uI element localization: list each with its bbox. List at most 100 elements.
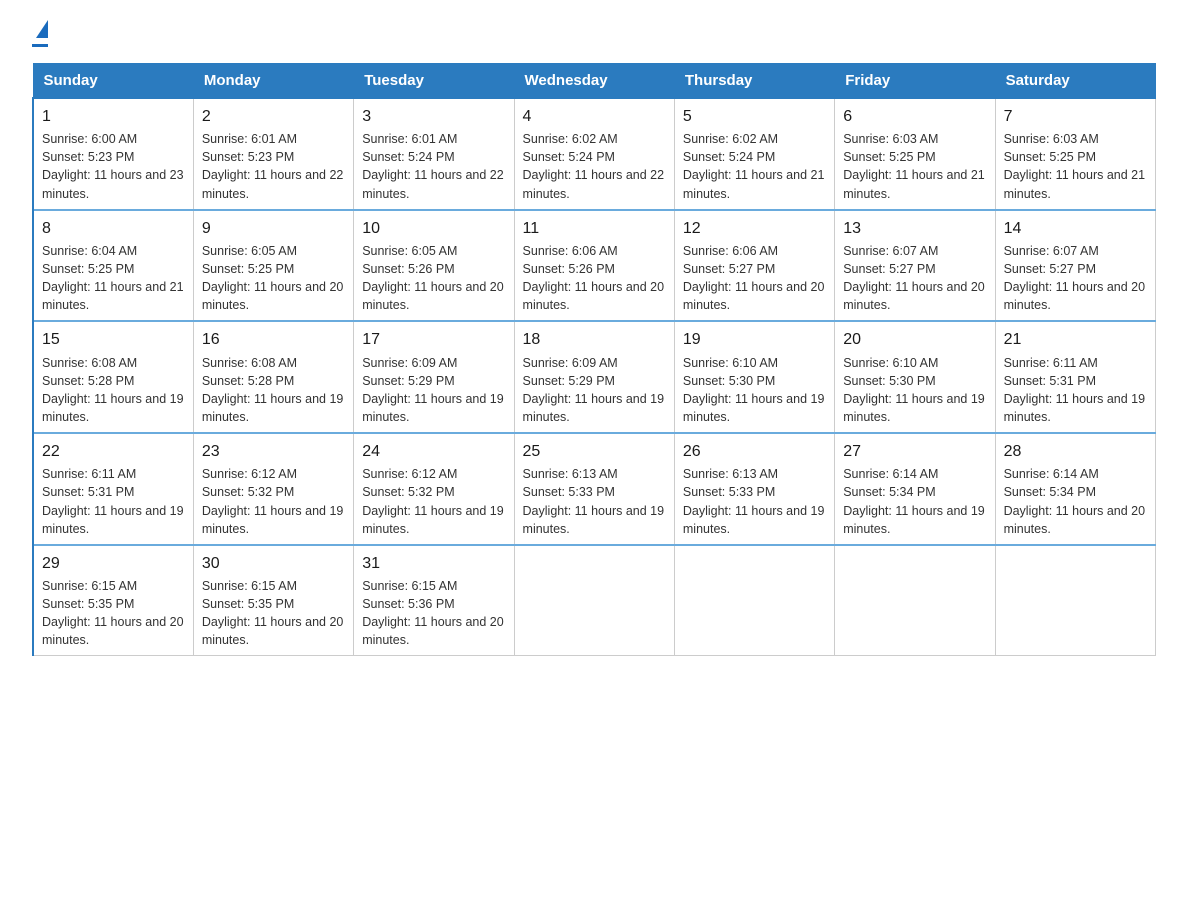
day-info: Sunrise: 6:09 AMSunset: 5:29 PMDaylight:…: [523, 356, 665, 424]
day-info: Sunrise: 6:10 AMSunset: 5:30 PMDaylight:…: [683, 356, 825, 424]
day-number: 19: [683, 328, 826, 351]
col-header-sunday: Sunday: [33, 64, 193, 99]
calendar-cell: 6 Sunrise: 6:03 AMSunset: 5:25 PMDaylight…: [835, 98, 995, 210]
col-header-friday: Friday: [835, 64, 995, 99]
logo: [32, 24, 48, 47]
day-number: 5: [683, 105, 826, 128]
calendar-cell: 27 Sunrise: 6:14 AMSunset: 5:34 PMDayligh…: [835, 433, 995, 545]
week-row-5: 29 Sunrise: 6:15 AMSunset: 5:35 PMDayligh…: [33, 545, 1156, 656]
day-number: 20: [843, 328, 986, 351]
calendar-cell: 1 Sunrise: 6:00 AMSunset: 5:23 PMDaylight…: [33, 98, 193, 210]
day-number: 25: [523, 440, 666, 463]
day-info: Sunrise: 6:09 AMSunset: 5:29 PMDaylight:…: [362, 356, 504, 424]
day-info: Sunrise: 6:02 AMSunset: 5:24 PMDaylight:…: [523, 132, 665, 200]
calendar-cell: 26Sunrise: 6:13 AMSunset: 5:33 PMDayligh…: [674, 433, 834, 545]
day-number: 22: [42, 440, 185, 463]
col-header-thursday: Thursday: [674, 64, 834, 99]
day-info: Sunrise: 6:03 AMSunset: 5:25 PMDaylight:…: [843, 132, 985, 200]
calendar-cell: 8 Sunrise: 6:04 AMSunset: 5:25 PMDaylight…: [33, 210, 193, 322]
day-number: 18: [523, 328, 666, 351]
calendar-cell: 18 Sunrise: 6:09 AMSunset: 5:29 PMDayligh…: [514, 321, 674, 433]
day-number: 24: [362, 440, 505, 463]
day-number: 27: [843, 440, 986, 463]
calendar-cell: 3Sunrise: 6:01 AMSunset: 5:24 PMDaylight…: [354, 98, 514, 210]
day-number: 4: [523, 105, 666, 128]
calendar-cell: 4 Sunrise: 6:02 AMSunset: 5:24 PMDaylight…: [514, 98, 674, 210]
day-number: 26: [683, 440, 826, 463]
logo-triangle-icon: [36, 20, 48, 38]
calendar-cell: [674, 545, 834, 656]
calendar-cell: 23 Sunrise: 6:12 AMSunset: 5:32 PMDayligh…: [193, 433, 353, 545]
logo-underline: [32, 44, 48, 47]
day-info: Sunrise: 6:15 AMSunset: 5:36 PMDaylight:…: [362, 579, 504, 647]
day-info: Sunrise: 6:03 AMSunset: 5:25 PMDaylight:…: [1004, 132, 1146, 200]
calendar-cell: 7 Sunrise: 6:03 AMSunset: 5:25 PMDaylight…: [995, 98, 1155, 210]
day-number: 10: [362, 217, 505, 240]
day-info: Sunrise: 6:15 AMSunset: 5:35 PMDaylight:…: [42, 579, 184, 647]
day-number: 7: [1004, 105, 1147, 128]
day-info: Sunrise: 6:04 AMSunset: 5:25 PMDaylight:…: [42, 244, 184, 312]
day-info: Sunrise: 6:00 AMSunset: 5:23 PMDaylight:…: [42, 132, 184, 200]
day-number: 15: [42, 328, 185, 351]
calendar-cell: 20 Sunrise: 6:10 AMSunset: 5:30 PMDayligh…: [835, 321, 995, 433]
day-info: Sunrise: 6:07 AMSunset: 5:27 PMDaylight:…: [843, 244, 985, 312]
calendar-cell: 28 Sunrise: 6:14 AMSunset: 5:34 PMDayligh…: [995, 433, 1155, 545]
day-number: 31: [362, 552, 505, 575]
calendar-cell: [995, 545, 1155, 656]
day-info: Sunrise: 6:13 AMSunset: 5:33 PMDaylight:…: [523, 467, 665, 535]
calendar-cell: 12Sunrise: 6:06 AMSunset: 5:27 PMDayligh…: [674, 210, 834, 322]
day-info: Sunrise: 6:14 AMSunset: 5:34 PMDaylight:…: [1004, 467, 1146, 535]
header-row: SundayMondayTuesdayWednesdayThursdayFrid…: [33, 64, 1156, 99]
calendar-cell: 24 Sunrise: 6:12 AMSunset: 5:32 PMDayligh…: [354, 433, 514, 545]
day-info: Sunrise: 6:11 AMSunset: 5:31 PMDaylight:…: [42, 467, 184, 535]
calendar-table: SundayMondayTuesdayWednesdayThursdayFrid…: [32, 63, 1156, 656]
day-info: Sunrise: 6:08 AMSunset: 5:28 PMDaylight:…: [42, 356, 184, 424]
day-number: 6: [843, 105, 986, 128]
day-number: 28: [1004, 440, 1147, 463]
calendar-cell: 5 Sunrise: 6:02 AMSunset: 5:24 PMDaylight…: [674, 98, 834, 210]
col-header-tuesday: Tuesday: [354, 64, 514, 99]
day-number: 11: [523, 217, 666, 240]
calendar-cell: [835, 545, 995, 656]
day-info: Sunrise: 6:05 AMSunset: 5:25 PMDaylight:…: [202, 244, 344, 312]
day-number: 14: [1004, 217, 1147, 240]
day-info: Sunrise: 6:06 AMSunset: 5:26 PMDaylight:…: [523, 244, 665, 312]
day-info: Sunrise: 6:10 AMSunset: 5:30 PMDaylight:…: [843, 356, 985, 424]
week-row-4: 22 Sunrise: 6:11 AMSunset: 5:31 PMDayligh…: [33, 433, 1156, 545]
calendar-cell: 15 Sunrise: 6:08 AMSunset: 5:28 PMDayligh…: [33, 321, 193, 433]
calendar-cell: 17 Sunrise: 6:09 AMSunset: 5:29 PMDayligh…: [354, 321, 514, 433]
day-number: 9: [202, 217, 345, 240]
day-number: 8: [42, 217, 185, 240]
day-info: Sunrise: 6:05 AMSunset: 5:26 PMDaylight:…: [362, 244, 504, 312]
day-info: Sunrise: 6:14 AMSunset: 5:34 PMDaylight:…: [843, 467, 985, 535]
calendar-cell: 11 Sunrise: 6:06 AMSunset: 5:26 PMDayligh…: [514, 210, 674, 322]
week-row-3: 15 Sunrise: 6:08 AMSunset: 5:28 PMDayligh…: [33, 321, 1156, 433]
day-number: 21: [1004, 328, 1147, 351]
day-number: 3: [362, 105, 505, 128]
calendar-cell: 13 Sunrise: 6:07 AMSunset: 5:27 PMDayligh…: [835, 210, 995, 322]
calendar-cell: 29 Sunrise: 6:15 AMSunset: 5:35 PMDayligh…: [33, 545, 193, 656]
day-number: 29: [42, 552, 185, 575]
calendar-cell: 30Sunrise: 6:15 AMSunset: 5:35 PMDayligh…: [193, 545, 353, 656]
week-row-2: 8 Sunrise: 6:04 AMSunset: 5:25 PMDaylight…: [33, 210, 1156, 322]
calendar-cell: 9 Sunrise: 6:05 AMSunset: 5:25 PMDaylight…: [193, 210, 353, 322]
day-number: 16: [202, 328, 345, 351]
day-info: Sunrise: 6:06 AMSunset: 5:27 PMDaylight:…: [683, 244, 825, 312]
calendar-cell: 10 Sunrise: 6:05 AMSunset: 5:26 PMDayligh…: [354, 210, 514, 322]
day-info: Sunrise: 6:12 AMSunset: 5:32 PMDaylight:…: [362, 467, 504, 535]
day-number: 13: [843, 217, 986, 240]
calendar-cell: 2Sunrise: 6:01 AMSunset: 5:23 PMDaylight…: [193, 98, 353, 210]
day-info: Sunrise: 6:01 AMSunset: 5:23 PMDaylight:…: [202, 132, 344, 200]
day-info: Sunrise: 6:11 AMSunset: 5:31 PMDaylight:…: [1004, 356, 1146, 424]
day-info: Sunrise: 6:02 AMSunset: 5:24 PMDaylight:…: [683, 132, 825, 200]
calendar-cell: 21 Sunrise: 6:11 AMSunset: 5:31 PMDayligh…: [995, 321, 1155, 433]
day-number: 23: [202, 440, 345, 463]
page-header: [32, 24, 1156, 47]
calendar-cell: 16Sunrise: 6:08 AMSunset: 5:28 PMDayligh…: [193, 321, 353, 433]
day-number: 1: [42, 105, 185, 128]
calendar-cell: 22 Sunrise: 6:11 AMSunset: 5:31 PMDayligh…: [33, 433, 193, 545]
day-info: Sunrise: 6:12 AMSunset: 5:32 PMDaylight:…: [202, 467, 344, 535]
col-header-monday: Monday: [193, 64, 353, 99]
calendar-cell: 31 Sunrise: 6:15 AMSunset: 5:36 PMDayligh…: [354, 545, 514, 656]
day-number: 17: [362, 328, 505, 351]
